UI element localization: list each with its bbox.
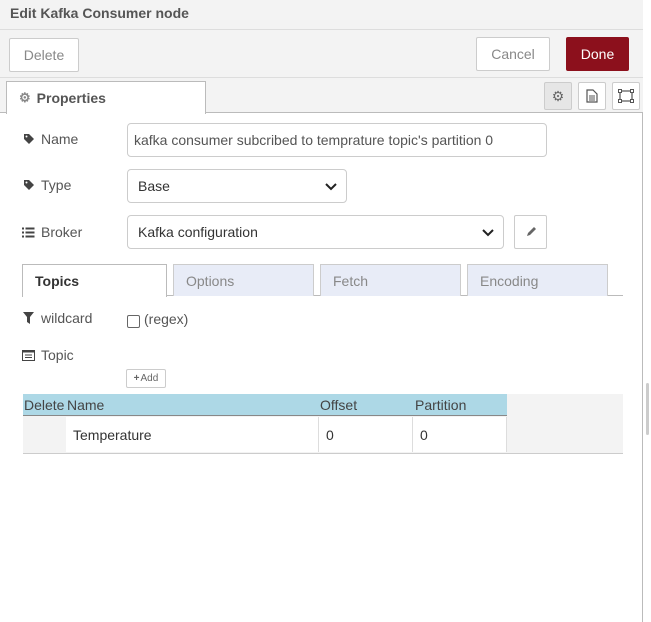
topics-table: Delete Name Offset Partition Temperature… [23,394,623,454]
tray-toolbar: Delete Cancel Done [0,30,643,78]
table-row: Temperature 0 0 [23,417,507,452]
column-header-name: Name [67,397,105,413]
chevron-down-icon [325,183,337,191]
tab-encoding[interactable]: Encoding [467,264,608,296]
tray-tabs: ⚙ Properties ⚙ [0,78,643,114]
add-topic-button[interactable]: + Add [126,369,166,388]
delete-cell[interactable] [23,417,66,452]
edit-tray: Edit Kafka Consumer node Delete Cancel D… [0,0,643,622]
type-row: Type [22,177,71,193]
topic-row: Topic [22,347,74,363]
name-row: Name [22,131,78,147]
document-icon [586,89,598,103]
pencil-icon [526,227,536,236]
topic-offset-cell[interactable]: 0 [319,417,413,452]
appearance-tab-button[interactable] [612,82,640,110]
sub-tabs: Topics Options Fetch Encoding [22,263,623,297]
broker-label: Broker [41,224,83,240]
regex-label: (regex) [144,311,189,327]
list-icon [22,227,35,238]
tray-title: Edit Kafka Consumer node [10,5,189,21]
wildcard-row: wildcard [22,310,92,326]
type-select[interactable]: Base [127,169,347,203]
type-label: Type [41,177,72,193]
column-header-offset: Offset [320,397,358,413]
tag-icon [22,179,35,191]
done-button[interactable]: Done [566,37,629,71]
edit-broker-button[interactable] [514,215,547,249]
chevron-down-icon [482,229,494,237]
add-label: Add [140,373,159,384]
plus-icon: + [133,373,140,384]
wildcard-checkbox[interactable] [127,315,140,328]
column-header-partition: Partition [415,397,467,413]
topic-name-cell[interactable]: Temperature [66,417,319,452]
name-label: Name [41,131,79,147]
gear-icon: ⚙ [551,87,565,104]
tab-options[interactable]: Options [173,264,314,296]
topic-partition-cell[interactable]: 0 [413,417,507,452]
tab-properties[interactable]: ⚙ Properties [6,81,206,114]
column-header-delete: Delete [24,397,65,413]
table-header: Delete Name Offset Partition [23,394,507,416]
description-tab-button[interactable] [578,82,606,110]
broker-select-value: Kafka configuration [138,224,258,240]
broker-row: Broker [22,224,82,240]
tab-fetch[interactable]: Fetch [320,264,461,296]
broker-select[interactable]: Kafka configuration [127,215,504,249]
filter-icon [22,312,35,324]
wildcard-label: wildcard [41,310,93,326]
topic-label: Topic [41,347,74,363]
list-box-icon [22,349,35,361]
tag-icon [22,133,35,145]
name-input[interactable]: kafka consumer subcribed to temprature t… [127,123,547,157]
delete-button[interactable]: Delete [9,38,79,72]
gear-icon: ⚙ [19,90,31,105]
scrollbar[interactable] [646,383,649,435]
frame-icon [618,89,634,103]
cancel-button[interactable]: Cancel [476,37,550,71]
tab-properties-label: Properties [36,90,106,106]
type-select-value: Base [138,178,170,194]
tab-topics[interactable]: Topics [22,264,167,297]
settings-tab-button[interactable]: ⚙ [544,82,572,110]
tray-header: Edit Kafka Consumer node [0,0,643,30]
